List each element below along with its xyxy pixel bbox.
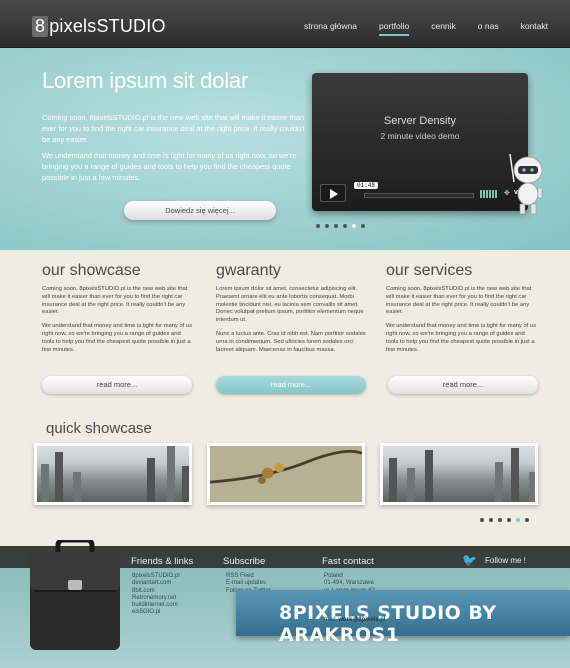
contact-line: Poland: [324, 573, 343, 579]
slider-dot[interactable]: [334, 224, 338, 228]
briefcase-icon: [30, 540, 120, 650]
column-paragraph: Coming soon, 8pixelsSTUDIO.pl is the new…: [42, 286, 188, 316]
contact-mail: mail: work@8pixels.pl: [324, 617, 386, 623]
showcase-thumbnail-city-1[interactable]: [34, 443, 192, 505]
slider-dot[interactable]: [361, 224, 365, 228]
site-logo[interactable]: 8 pixelsSTUDIO: [32, 16, 166, 37]
robot-mascot-icon: [509, 153, 543, 215]
footer-link[interactable]: 8pixelsSTUDIO.pl: [132, 573, 180, 580]
video-player[interactable]: Server Density 2 minute video demo 01:48…: [312, 73, 528, 211]
read-more-button-showcase[interactable]: read more...: [42, 376, 192, 394]
quick-showcase-title: quick showcase: [46, 420, 152, 437]
logo-text: pixelsSTUDIO: [49, 16, 166, 36]
subscribe-title: Subscribe: [223, 556, 266, 567]
slider-dot-active[interactable]: [352, 224, 356, 228]
column-title: gwaranty: [216, 262, 281, 279]
nav-cennik[interactable]: cennik: [431, 21, 456, 36]
column-paragraph: Coming soon, 8pixelsSTUDIO.pl is the new…: [386, 286, 532, 316]
slider-dot[interactable]: [316, 224, 320, 228]
contact-line: 01-494, Warszawa: [324, 580, 374, 587]
hero-slider-dots: [316, 224, 365, 228]
footer-link[interactable]: 8bit.com: [132, 588, 180, 595]
column-title: our services: [386, 262, 473, 279]
column-services: our services Coming soon, 8pixelsSTUDIO.…: [386, 262, 538, 354]
read-more-button-services[interactable]: read more...: [388, 376, 538, 394]
slider-dot[interactable]: [525, 518, 529, 522]
column-gwaranty: gwaranty Lorem ipsum dolor sit amet, con…: [216, 262, 368, 354]
slider-dot[interactable]: [325, 224, 329, 228]
nav-o-nas[interactable]: o nas: [478, 21, 499, 36]
slider-dot[interactable]: [507, 518, 511, 522]
hero-paragraph-1: Coming soon, 8pixelsSTUDIO.pl is the new…: [42, 113, 305, 144]
learn-more-button[interactable]: Dowiedz się więcej...: [124, 201, 276, 220]
column-paragraph: Nunc a luctus ante. Cras id nibh est. Na…: [216, 330, 366, 353]
volume-icon[interactable]: [480, 190, 497, 198]
video-title: Server Density: [383, 115, 457, 127]
fast-contact-title: Fast contact: [322, 556, 374, 567]
slider-dot[interactable]: [343, 224, 347, 228]
footer-link[interactable]: deviantart.com: [132, 580, 180, 587]
showcase-thumbnail-branch[interactable]: [207, 443, 365, 505]
author-banner: 8PIXELS STUDIO BY ARAKROS1: [236, 590, 570, 646]
logo-number: 8: [32, 16, 49, 37]
nav-portfolio[interactable]: portfolio: [378, 21, 410, 36]
twitter-bird-icon[interactable]: 🐦: [462, 553, 477, 567]
nav-strona-glowna[interactable]: strona główna: [304, 21, 357, 36]
column-showcase: our showcase Coming soon, 8pixelsSTUDIO.…: [42, 262, 194, 354]
video-progress-bar[interactable]: [364, 193, 474, 198]
email-updates-link[interactable]: E-mail updates: [226, 580, 271, 587]
slider-dot[interactable]: [480, 518, 484, 522]
twitter-follow-link[interactable]: Follow me !: [485, 556, 526, 565]
mail-address[interactable]: work@8pixels.pl: [338, 617, 385, 623]
hero-section: Lorem ipsum sit dolar Coming soon, 8pixe…: [0, 48, 570, 250]
mail-label: mail:: [324, 617, 337, 623]
hero-title: Lorem ipsum sit dolar: [42, 68, 249, 93]
slider-dot-active[interactable]: [516, 518, 520, 522]
column-title: our showcase: [42, 262, 141, 279]
nav-kontakt[interactable]: kontakt: [521, 21, 548, 36]
video-timecode: 01:48: [354, 182, 379, 189]
play-icon[interactable]: [320, 184, 346, 202]
showcase-slider-dots: [480, 518, 529, 522]
site-header: 8 pixelsSTUDIO strona główna portfolio ce…: [0, 0, 570, 48]
footer-link[interactable]: Retronemory.net: [132, 595, 180, 602]
slider-dot[interactable]: [498, 518, 502, 522]
friends-links-list: 8pixelsSTUDIO.pl deviantart.com 8bit.com…: [132, 573, 180, 617]
video-subtitle: 2 minute video demo: [380, 131, 460, 141]
main-nav: strona główna portfolio cennik o nas kon…: [282, 21, 548, 36]
showcase-thumbnail-city-2[interactable]: [380, 443, 538, 505]
column-paragraph: Lorem ipsum dolor sit amet, consectetur …: [216, 286, 364, 324]
column-paragraph: We understand that money and time is tig…: [386, 323, 537, 353]
hero-paragraph-2: We understand that money and time is tig…: [42, 151, 297, 182]
footer-link[interactable]: buildinternet.com: [132, 602, 180, 609]
read-more-button-gwaranty[interactable]: read more...: [216, 376, 366, 394]
slider-dot[interactable]: [489, 518, 493, 522]
friends-links-title: Friends & links: [131, 556, 194, 567]
footer-link[interactable]: els5GIO.pl: [132, 609, 180, 616]
column-paragraph: We understand that money and time is tig…: [42, 323, 193, 353]
rss-feed-link[interactable]: RSS Feed: [226, 573, 271, 580]
